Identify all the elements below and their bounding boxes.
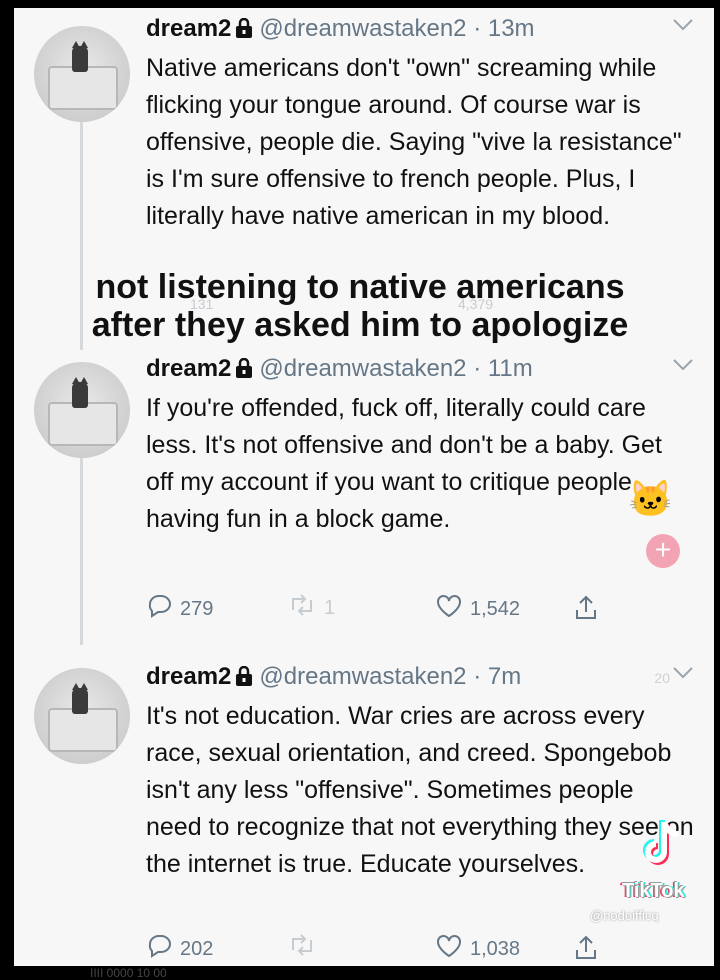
tweet[interactable]: dream2 @dreamwastaken2 · 11m If you're of… <box>146 354 706 538</box>
display-name[interactable]: dream2 <box>146 15 231 42</box>
reply-count: 279 <box>180 597 214 620</box>
handle[interactable]: @dreamwastaken2 <box>259 15 466 42</box>
bottom-edge-text: IIII 0000 10 00 <box>90 966 167 980</box>
tweet-text: It's not education. War cries are across… <box>146 702 694 878</box>
lock-icon <box>235 664 253 694</box>
share-button[interactable] <box>574 594 598 626</box>
tweet-header: dream2 @dreamwastaken2 · 13m <box>146 14 706 46</box>
retweet-button[interactable]: 1 <box>288 594 335 622</box>
avatar[interactable] <box>34 668 130 764</box>
ghost-corner-text: 20 <box>654 670 670 686</box>
tweet[interactable]: dream2 @dreamwastaken2 · 7m 20 It's not e… <box>146 662 706 883</box>
reply-button[interactable]: 202 <box>146 934 213 964</box>
share-button[interactable] <box>574 934 598 966</box>
lock-icon <box>235 356 253 386</box>
retweet-icon <box>288 594 316 622</box>
retweet-icon <box>288 934 316 962</box>
add-icon[interactable]: + <box>646 534 680 568</box>
tweet-text: Native americans don't "own" screaming w… <box>146 54 682 230</box>
timestamp[interactable]: 11m <box>488 355 533 382</box>
tweet-header: dream2 @dreamwastaken2 · 11m <box>146 354 706 386</box>
timestamp[interactable]: 13m <box>488 15 535 42</box>
retweet-count: 1 <box>324 596 336 619</box>
like-icon <box>436 934 462 964</box>
display-name[interactable]: dream2 <box>146 355 231 382</box>
tiktok-handle: @nodoifficq <box>590 908 659 923</box>
share-icon <box>574 594 598 626</box>
reply-icon <box>146 594 172 624</box>
chevron-down-icon[interactable] <box>672 18 694 37</box>
overlay-caption: not listening to native americans after … <box>0 268 720 344</box>
like-count: 1,038 <box>470 937 521 960</box>
thread-line <box>80 440 83 645</box>
overlay-line-2: after they asked him to apologize <box>91 306 629 344</box>
share-icon <box>574 934 598 966</box>
reply-count: 202 <box>180 937 214 960</box>
reply-icon <box>146 934 172 964</box>
like-count: 1,542 <box>470 597 521 620</box>
tiktok-logo-icon <box>638 818 686 879</box>
avatar[interactable] <box>34 26 130 122</box>
chevron-down-icon[interactable] <box>672 666 694 685</box>
lock-icon <box>235 16 253 46</box>
tweet-header: dream2 @dreamwastaken2 · 7m <box>146 662 706 694</box>
timestamp[interactable]: 7m <box>488 663 521 690</box>
like-button[interactable]: 1,542 <box>436 594 520 624</box>
handle[interactable]: @dreamwastaken2 <box>259 663 466 690</box>
sticker-cat-icon: 🐱 <box>628 478 673 519</box>
reply-button[interactable]: 279 <box>146 594 213 624</box>
tweet[interactable]: dream2 @dreamwastaken2 · 13m Native ameri… <box>146 14 706 235</box>
like-icon <box>436 594 462 624</box>
chevron-down-icon[interactable] <box>672 358 694 377</box>
handle[interactable]: @dreamwastaken2 <box>259 355 466 382</box>
display-name[interactable]: dream2 <box>146 663 231 690</box>
avatar[interactable] <box>34 362 130 458</box>
tweet-text: If you're offended, fuck off, literally … <box>146 394 662 533</box>
retweet-button[interactable] <box>288 934 316 962</box>
like-button[interactable]: 1,038 <box>436 934 520 964</box>
overlay-line-1: not listening to native americans <box>95 268 625 306</box>
tiktok-watermark: TikTok <box>622 880 685 902</box>
